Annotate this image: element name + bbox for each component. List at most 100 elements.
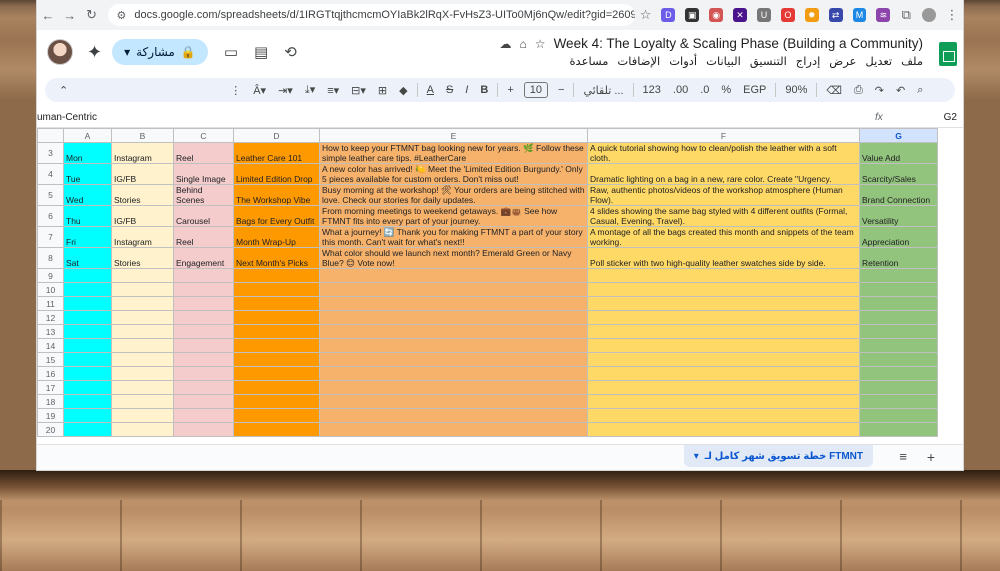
- empty-cell[interactable]: [319, 296, 588, 311]
- cell-caption[interactable]: How to keep your FTMNT bag looking new f…: [319, 142, 588, 164]
- star-icon[interactable]: ☆: [535, 37, 546, 51]
- row-header[interactable]: 11: [37, 296, 64, 311]
- extension-icon[interactable]: ⇄: [828, 8, 843, 22]
- empty-cell[interactable]: [233, 408, 320, 423]
- cell-visual[interactable]: A montage of all the bags created this m…: [587, 226, 860, 248]
- currency-button[interactable]: EGP: [737, 78, 772, 102]
- cell-day[interactable]: Wed: [63, 184, 112, 206]
- empty-cell[interactable]: [319, 394, 588, 409]
- row-header[interactable]: 7: [37, 226, 64, 248]
- empty-cell[interactable]: [173, 380, 234, 395]
- empty-cell[interactable]: [63, 352, 112, 367]
- empty-cell[interactable]: [319, 366, 588, 381]
- cell-theme[interactable]: Bags for Every Outfit: [233, 205, 320, 227]
- cell-theme[interactable]: Limited Edition Drop: [233, 163, 320, 185]
- address-bar[interactable]: ⚙ docs.google.com/spreadsheets/d/1IRGTtqj…: [108, 4, 635, 26]
- cell-format[interactable]: Single Image: [173, 163, 234, 185]
- row-header[interactable]: 6: [37, 205, 64, 227]
- extension-icon[interactable]: O: [780, 8, 795, 22]
- column-header-f[interactable]: F: [587, 128, 860, 143]
- more-icon[interactable]: ⋮: [224, 78, 247, 102]
- cell-visual[interactable]: Raw, authentic photos/videos of the work…: [587, 184, 860, 206]
- empty-cell[interactable]: [233, 338, 320, 353]
- cell-day[interactable]: Thu: [63, 205, 112, 227]
- cell-goal[interactable]: Retention: [859, 247, 938, 269]
- empty-cell[interactable]: [859, 366, 938, 381]
- cell-caption[interactable]: What a journey! 🔄 Thank you for making F…: [319, 226, 588, 248]
- cell-theme[interactable]: Next Month's Picks: [233, 247, 320, 269]
- cell-platform[interactable]: Stories: [111, 184, 174, 206]
- extensions-puzzle-icon[interactable]: ⧉: [895, 4, 917, 26]
- menu-extensions[interactable]: الإضافات: [617, 54, 660, 68]
- empty-cell[interactable]: [173, 282, 234, 297]
- text-rotation-icon[interactable]: Â▾: [247, 78, 272, 102]
- empty-cell[interactable]: [233, 394, 320, 409]
- empty-cell[interactable]: [173, 296, 234, 311]
- avatar[interactable]: [47, 39, 73, 65]
- horizontal-align-icon[interactable]: ≡▾: [321, 78, 345, 102]
- cell-caption[interactable]: From morning meetings to weekend getaway…: [319, 205, 588, 227]
- empty-cell[interactable]: [111, 352, 174, 367]
- collapse-menus-icon[interactable]: ⌃: [53, 78, 74, 102]
- empty-cell[interactable]: [587, 422, 860, 437]
- menu-insert[interactable]: إدراج: [796, 54, 821, 68]
- sheet-tab[interactable]: ▾ خطة تسويق شهر كامل لـ FTMNT: [683, 445, 873, 467]
- sheets-logo[interactable]: [939, 42, 957, 66]
- empty-cell[interactable]: [63, 324, 112, 339]
- cloud-status-icon[interactable]: ☁: [500, 37, 512, 51]
- empty-cell[interactable]: [173, 310, 234, 325]
- empty-cell[interactable]: [587, 296, 860, 311]
- cell-theme[interactable]: Leather Care 101: [233, 142, 320, 164]
- empty-cell[interactable]: [859, 324, 938, 339]
- increase-decimal-button[interactable]: .00: [667, 78, 694, 102]
- row-header[interactable]: 13: [37, 324, 64, 339]
- empty-cell[interactable]: [233, 282, 320, 297]
- cell-day[interactable]: Fri: [63, 226, 112, 248]
- empty-cell[interactable]: [63, 380, 112, 395]
- cell-visual[interactable]: Dramatic lighting on a bag in a new, rar…: [587, 163, 860, 185]
- empty-cell[interactable]: [859, 352, 938, 367]
- empty-cell[interactable]: [111, 380, 174, 395]
- row-header[interactable]: 15: [37, 352, 64, 367]
- empty-cell[interactable]: [859, 296, 938, 311]
- empty-cell[interactable]: [63, 296, 112, 311]
- empty-cell[interactable]: [111, 422, 174, 437]
- empty-cell[interactable]: [111, 268, 174, 283]
- empty-cell[interactable]: [63, 310, 112, 325]
- column-header-a[interactable]: A: [63, 128, 112, 143]
- empty-cell[interactable]: [173, 422, 234, 437]
- cell-caption[interactable]: What color should we launch next month? …: [319, 247, 588, 269]
- empty-cell[interactable]: [319, 310, 588, 325]
- extension-icon[interactable]: ✕: [733, 8, 748, 22]
- menu-tools[interactable]: أدوات: [669, 54, 697, 68]
- empty-cell[interactable]: [859, 380, 938, 395]
- empty-cell[interactable]: [319, 268, 588, 283]
- empty-cell[interactable]: [111, 366, 174, 381]
- empty-cell[interactable]: [111, 296, 174, 311]
- empty-cell[interactable]: [319, 324, 588, 339]
- back-icon[interactable]: ←: [37, 4, 59, 26]
- empty-cell[interactable]: [111, 324, 174, 339]
- cell-format[interactable]: Behind Scenes: [173, 184, 234, 206]
- cell-platform[interactable]: Instagram: [111, 142, 174, 164]
- empty-cell[interactable]: [63, 408, 112, 423]
- row-header[interactable]: 8: [37, 247, 64, 269]
- zoom-select[interactable]: 90%: [779, 78, 813, 102]
- column-header-e[interactable]: E: [319, 128, 588, 143]
- row-header[interactable]: 5: [37, 184, 64, 206]
- menu-help[interactable]: مساعدة: [570, 54, 609, 68]
- extension-icon[interactable]: U: [757, 8, 771, 22]
- empty-cell[interactable]: [173, 338, 234, 353]
- empty-cell[interactable]: [587, 380, 860, 395]
- site-info-icon[interactable]: ⚙: [116, 9, 126, 22]
- cell-format[interactable]: Reel: [173, 226, 234, 248]
- cell-visual[interactable]: 4 slides showing the same bag styled wit…: [587, 205, 860, 227]
- add-sheet-icon[interactable]: +: [927, 449, 935, 465]
- empty-cell[interactable]: [63, 422, 112, 437]
- row-header[interactable]: 16: [37, 366, 64, 381]
- row-header[interactable]: 3: [37, 142, 64, 164]
- empty-cell[interactable]: [319, 422, 588, 437]
- empty-cell[interactable]: [63, 394, 112, 409]
- empty-cell[interactable]: [111, 282, 174, 297]
- empty-cell[interactable]: [233, 296, 320, 311]
